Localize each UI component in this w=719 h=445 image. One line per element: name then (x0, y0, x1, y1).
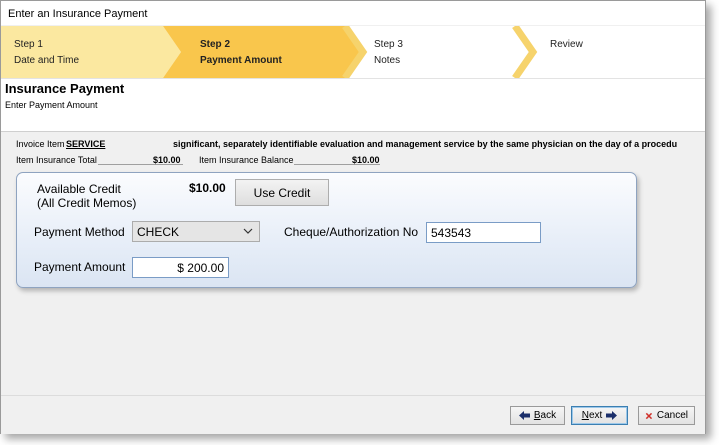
cheque-authorization-input[interactable]: 543543 (426, 222, 541, 243)
chevron-down-icon (243, 228, 253, 234)
item-insurance-total-label: Item Insurance Total (16, 155, 97, 165)
next-label-rest: ext (588, 410, 603, 421)
next-accelerator: N (581, 410, 589, 421)
wizard-steps: Step 1 Date and Time Step 2 Payment Amou… (1, 26, 705, 79)
invoice-item-code: SERVICE (66, 139, 106, 149)
step-2-number: Step 2 (200, 39, 231, 50)
cancel-button[interactable]: Cancel (638, 406, 695, 425)
payment-amount-label: Payment Amount (34, 260, 126, 274)
step-3-label: Notes (374, 55, 401, 66)
wizard-step-1: Step 1 Date and Time (14, 37, 79, 69)
next-button-label: Next (582, 410, 603, 421)
use-credit-button[interactable]: Use Credit (235, 179, 329, 206)
cancel-button-label: Cancel (656, 410, 688, 421)
item-insurance-balance-label: Item Insurance Balance (199, 155, 294, 165)
step-2-label: Payment Amount (200, 55, 282, 66)
page-subtitle: Enter Payment Amount (5, 100, 98, 110)
page-title: Insurance Payment (5, 81, 125, 96)
insurance-payment-dialog: Enter an Insurance Payment Step 1 Date a… (0, 0, 706, 434)
wizard-step-review: Review (550, 37, 583, 53)
title-bar: Enter an Insurance Payment (1, 1, 705, 25)
step-review-label: Review (550, 39, 583, 50)
arrow-left-icon (518, 411, 530, 420)
payment-panel: Available Credit (All Credit Memos) $10.… (16, 172, 637, 288)
arrow-right-icon (606, 411, 618, 420)
item-insurance-balance-value: $10.00 (352, 155, 380, 165)
wizard-step-2: Step 2 Payment Amount (200, 37, 282, 69)
window-title: Enter an Insurance Payment (8, 8, 148, 20)
back-button[interactable]: Back (510, 406, 565, 425)
wizard-step-3: Step 3 Notes (374, 37, 403, 69)
payment-method-label: Payment Method (34, 225, 125, 239)
payment-method-select[interactable]: CHECK (132, 221, 260, 242)
cheque-authorization-label: Cheque/Authorization No (284, 225, 419, 239)
next-button[interactable]: Next (571, 406, 628, 425)
item-insurance-total-value: $10.00 (153, 155, 181, 165)
wizard-steps-graphic (1, 26, 538, 78)
payment-method-value: CHECK (137, 225, 180, 239)
step-3-number: Step 3 (374, 39, 403, 50)
available-credit-label: Available Credit (All Credit Memos) (37, 182, 136, 210)
available-credit-line1: Available Credit (37, 182, 121, 196)
step-3-chevron (512, 26, 538, 78)
invoice-item-label: Invoice Item (16, 139, 65, 149)
dialog-footer: Back Next Cancel (1, 395, 705, 434)
available-credit-line2: (All Credit Memos) (37, 196, 137, 210)
available-credit-amount: $10.00 (189, 181, 226, 195)
invoice-item-description: significant, separately identifiable eva… (173, 139, 678, 149)
back-label-rest: ack (540, 410, 557, 421)
back-button-label: Back (534, 410, 556, 421)
back-accelerator: B (533, 410, 541, 421)
payment-amount-input[interactable]: $ 200.00 (132, 257, 229, 278)
page-header: Insurance Payment Enter Payment Amount (1, 79, 705, 132)
step-1-label: Date and Time (14, 55, 80, 66)
close-icon (645, 412, 653, 419)
step-1-number: Step 1 (14, 39, 43, 50)
